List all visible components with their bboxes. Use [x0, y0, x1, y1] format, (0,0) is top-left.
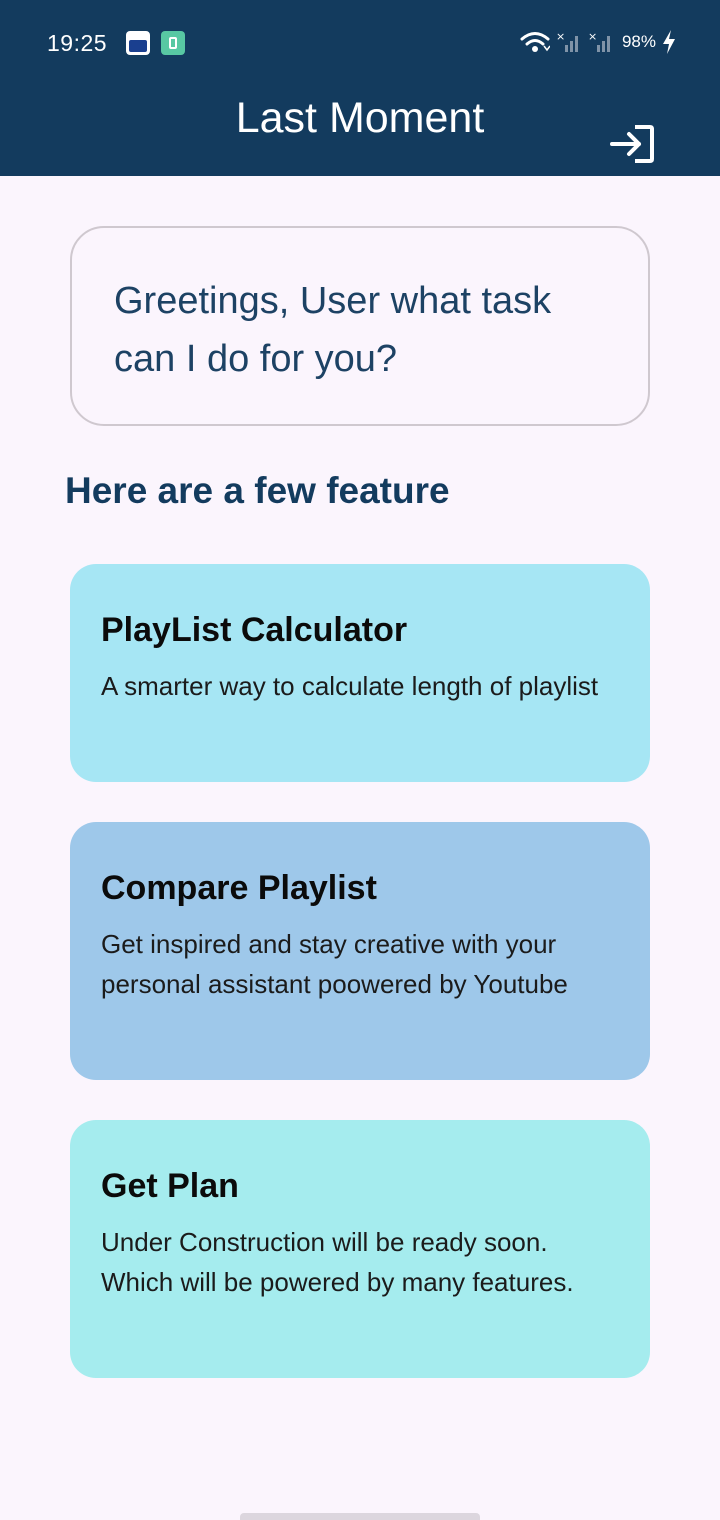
feature-title: Compare Playlist — [101, 869, 377, 907]
svg-text:×: × — [556, 31, 565, 43]
feature-description: A smarter way to calculate length of pla… — [101, 671, 599, 701]
home-indicator[interactable] — [240, 1513, 480, 1520]
status-time: 19:25 — [47, 30, 108, 56]
feature-card-compare-playlist[interactable]: Compare Playlist Get inspired and stay c… — [70, 822, 650, 1080]
greeting-card: Greetings, User what task can I do for y… — [70, 226, 650, 426]
logout-icon — [609, 125, 655, 168]
feature-description: Get inspired and stay creative with your… — [101, 929, 568, 999]
signal-icon: × — [556, 31, 582, 53]
feature-title: Get Plan — [101, 1167, 239, 1205]
wifi-icon — [520, 31, 550, 53]
section-title: Here are a few feature — [65, 470, 450, 511]
shopping-cart-icon — [126, 31, 150, 55]
feature-title: PlayList Calculator — [101, 611, 408, 649]
battery-level: 98% — [621, 32, 656, 51]
feature-card-get-plan[interactable]: Get Plan Under Construction will be read… — [70, 1120, 650, 1378]
svg-text:×: × — [588, 31, 597, 43]
feature-card-playlist-calculator[interactable]: PlayList Calculator A smarter way to cal… — [70, 564, 650, 782]
signal-icon: × — [588, 31, 614, 53]
status-icons: × × 98% — [520, 30, 676, 54]
greeting-text: Greetings, User what task can I do for y… — [114, 280, 552, 380]
status-bar: 19:25 × × 98% — [0, 0, 720, 88]
app-notification-icon — [161, 31, 185, 55]
charging-icon — [662, 30, 676, 54]
feature-description: Under Construction will be ready soon. W… — [101, 1227, 574, 1297]
logout-button[interactable] — [609, 124, 655, 164]
app-header: 19:25 × × 98% Last Moment — [0, 0, 720, 176]
